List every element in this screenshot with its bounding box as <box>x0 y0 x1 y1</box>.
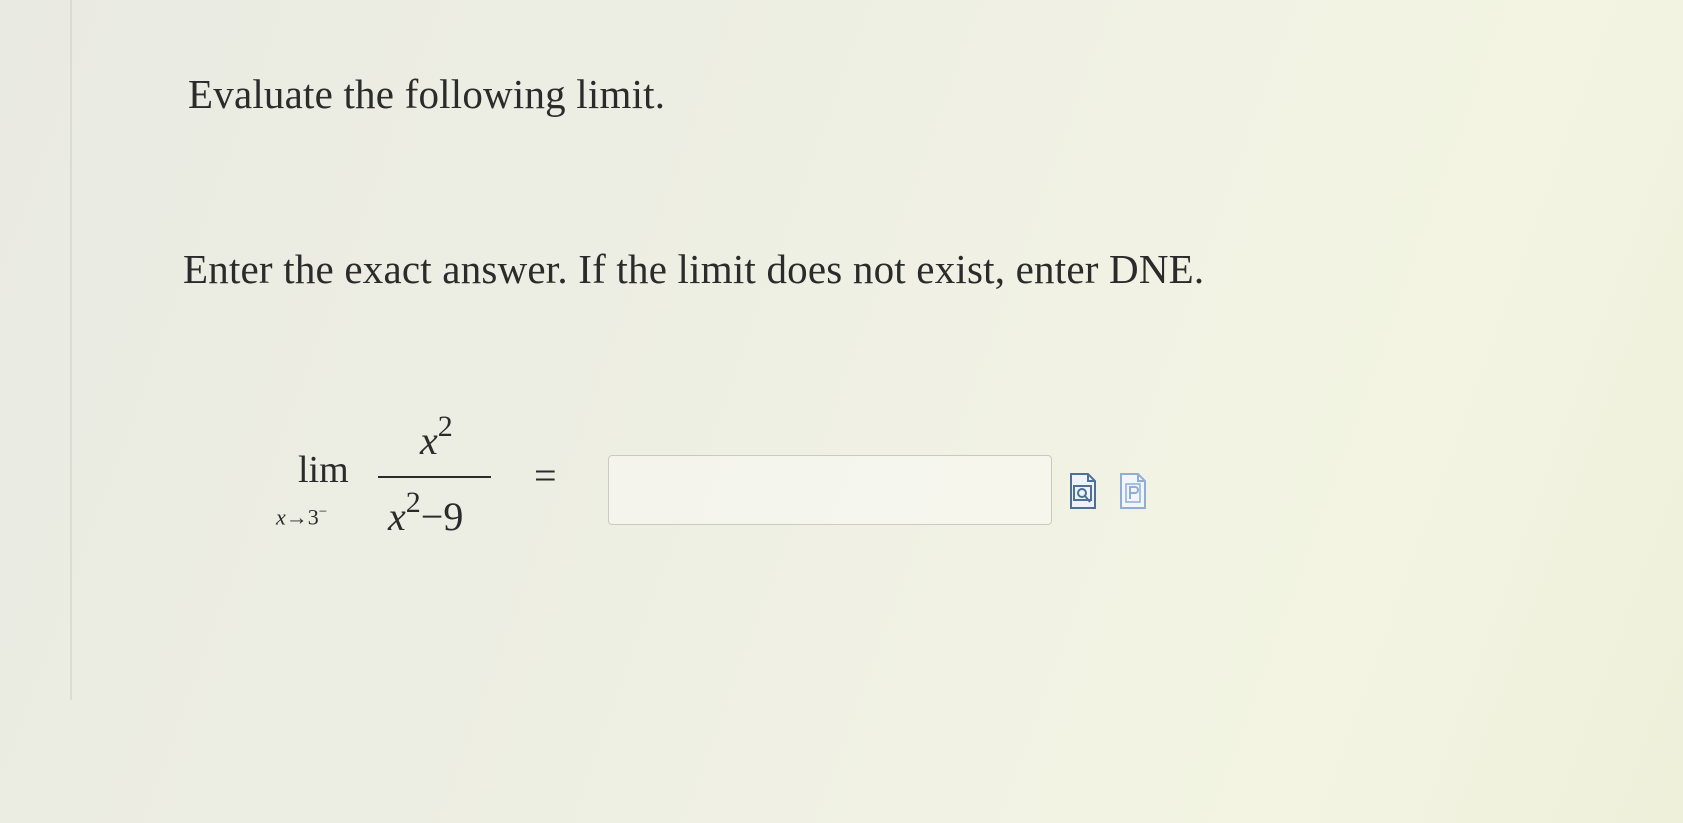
lim-side: − <box>318 504 328 520</box>
lim-variable: x <box>276 504 286 530</box>
lim-operator: lim <box>298 449 349 491</box>
screen-edge <box>70 0 72 700</box>
lim-arrow: → <box>285 504 308 530</box>
lim-subscript: x→3− <box>276 504 327 530</box>
denominator-rest: −9 <box>420 494 464 539</box>
fraction-bar <box>378 476 491 478</box>
denominator-variable: x <box>388 494 406 539</box>
answer-input[interactable] <box>608 455 1052 525</box>
equals-sign: = <box>534 453 557 498</box>
fraction-numerator: x2 <box>420 410 453 464</box>
preview-icon[interactable] <box>1068 472 1098 510</box>
question-instruction: Evaluate the following limit. <box>188 71 666 117</box>
lim-target: 3 <box>307 504 319 530</box>
help-icon[interactable] <box>1118 472 1148 510</box>
numerator-exponent: 2 <box>437 410 453 443</box>
denominator-exponent: 2 <box>405 486 421 519</box>
limit-problem: lim x→3− x2 x2−9 = <box>270 410 1170 550</box>
numerator-variable: x <box>420 418 438 463</box>
answer-instructions: Enter the exact answer. If the limit doe… <box>183 246 1205 292</box>
fraction-denominator: x2−9 <box>388 486 463 540</box>
